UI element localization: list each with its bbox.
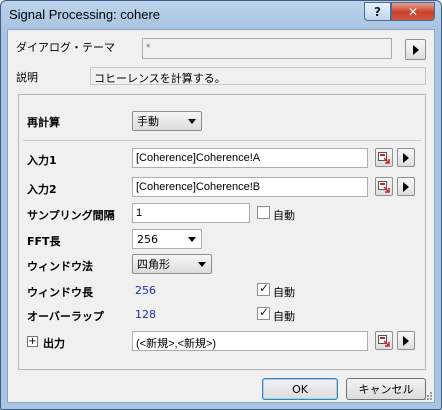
input2-menu-button[interactable]	[397, 177, 415, 196]
theme-menu-button[interactable]	[405, 39, 426, 60]
recalc-label: 再計算	[27, 116, 60, 129]
window-length-auto-checkbox[interactable]	[257, 281, 270, 296]
settings-group: 再計算 手動 入力1 [Coherence]Coherence!A 入力2 [C…	[18, 94, 426, 370]
play-right-icon	[403, 335, 409, 346]
chevron-down-icon	[198, 262, 206, 267]
divider	[23, 140, 421, 141]
sampling-label: サンプリング間隔	[27, 209, 115, 222]
range-select-icon	[378, 180, 390, 193]
title-bar[interactable]: Signal Processing: cohere ? ✕	[1, 1, 441, 29]
input2-pick-button[interactable]	[375, 177, 393, 196]
range-select-icon	[378, 334, 390, 347]
window-length-value: 256	[135, 284, 156, 297]
overlap-label: オーバーラップ	[27, 310, 104, 323]
theme-label: ダイアログ・テーマ	[16, 41, 115, 54]
sampling-field[interactable]: 1	[132, 203, 250, 223]
window-length-auto-label: 自動	[273, 286, 295, 299]
input1-label: 入力1	[27, 154, 57, 167]
window-title: Signal Processing: cohere	[9, 7, 161, 22]
input1-menu-button[interactable]	[397, 148, 415, 167]
output-label: 出力	[43, 337, 65, 350]
input1-field[interactable]: [Coherence]Coherence!A	[132, 148, 368, 168]
play-right-icon	[403, 181, 409, 192]
input1-pick-button[interactable]	[375, 148, 393, 167]
output-menu-button[interactable]	[397, 331, 415, 350]
overlap-value: 128	[135, 308, 156, 321]
help-button[interactable]: ?	[364, 2, 391, 21]
plus-icon: +	[28, 336, 37, 347]
output-expand-toggle[interactable]: +	[27, 336, 38, 347]
theme-field[interactable]: *	[142, 38, 392, 59]
overlap-auto-label: 自動	[273, 310, 295, 323]
window-method-label: ウィンドウ法	[27, 260, 93, 273]
close-icon: ✕	[407, 4, 419, 19]
sampling-auto-checkbox[interactable]	[257, 206, 270, 219]
sampling-auto-label: 自動	[273, 209, 295, 222]
overlap-auto-checkbox[interactable]	[257, 305, 270, 320]
fft-dropdown[interactable]: 256	[132, 229, 202, 249]
window-method-dropdown[interactable]: 四角形	[132, 254, 212, 274]
cancel-button[interactable]: キャンセル	[346, 378, 426, 400]
window-method-value: 四角形	[137, 258, 170, 271]
output-field[interactable]: (<新規>,<新規>)	[132, 331, 368, 351]
range-select-icon	[378, 151, 390, 164]
dialog-window: Signal Processing: cohere ? ✕ ダイアログ・テーマ …	[0, 0, 442, 410]
input2-label: 入力2	[27, 183, 57, 196]
description-label: 説明	[16, 71, 38, 84]
ok-button[interactable]: OK	[262, 378, 338, 400]
output-pick-button[interactable]	[375, 331, 393, 350]
fft-value: 256	[137, 232, 158, 246]
input2-field[interactable]: [Coherence]Coherence!B	[132, 177, 368, 197]
dialog-client-area: ダイアログ・テーマ * 説明 コヒーレンスを計算する。 再計算 手動 入力1 […	[7, 29, 435, 403]
play-right-icon	[412, 44, 419, 55]
help-icon: ?	[374, 4, 381, 19]
chevron-down-icon	[188, 119, 196, 124]
recalc-value: 手動	[137, 115, 159, 128]
fft-label: FFT長	[27, 235, 61, 248]
window-length-label: ウィンドウ長	[27, 286, 93, 299]
chevron-down-icon	[188, 237, 196, 242]
close-button[interactable]: ✕	[391, 2, 435, 21]
recalc-dropdown[interactable]: 手動	[132, 111, 202, 131]
description-text: コヒーレンスを計算する。	[90, 67, 426, 85]
resize-grip-icon[interactable]	[422, 390, 432, 400]
play-right-icon	[403, 152, 409, 163]
